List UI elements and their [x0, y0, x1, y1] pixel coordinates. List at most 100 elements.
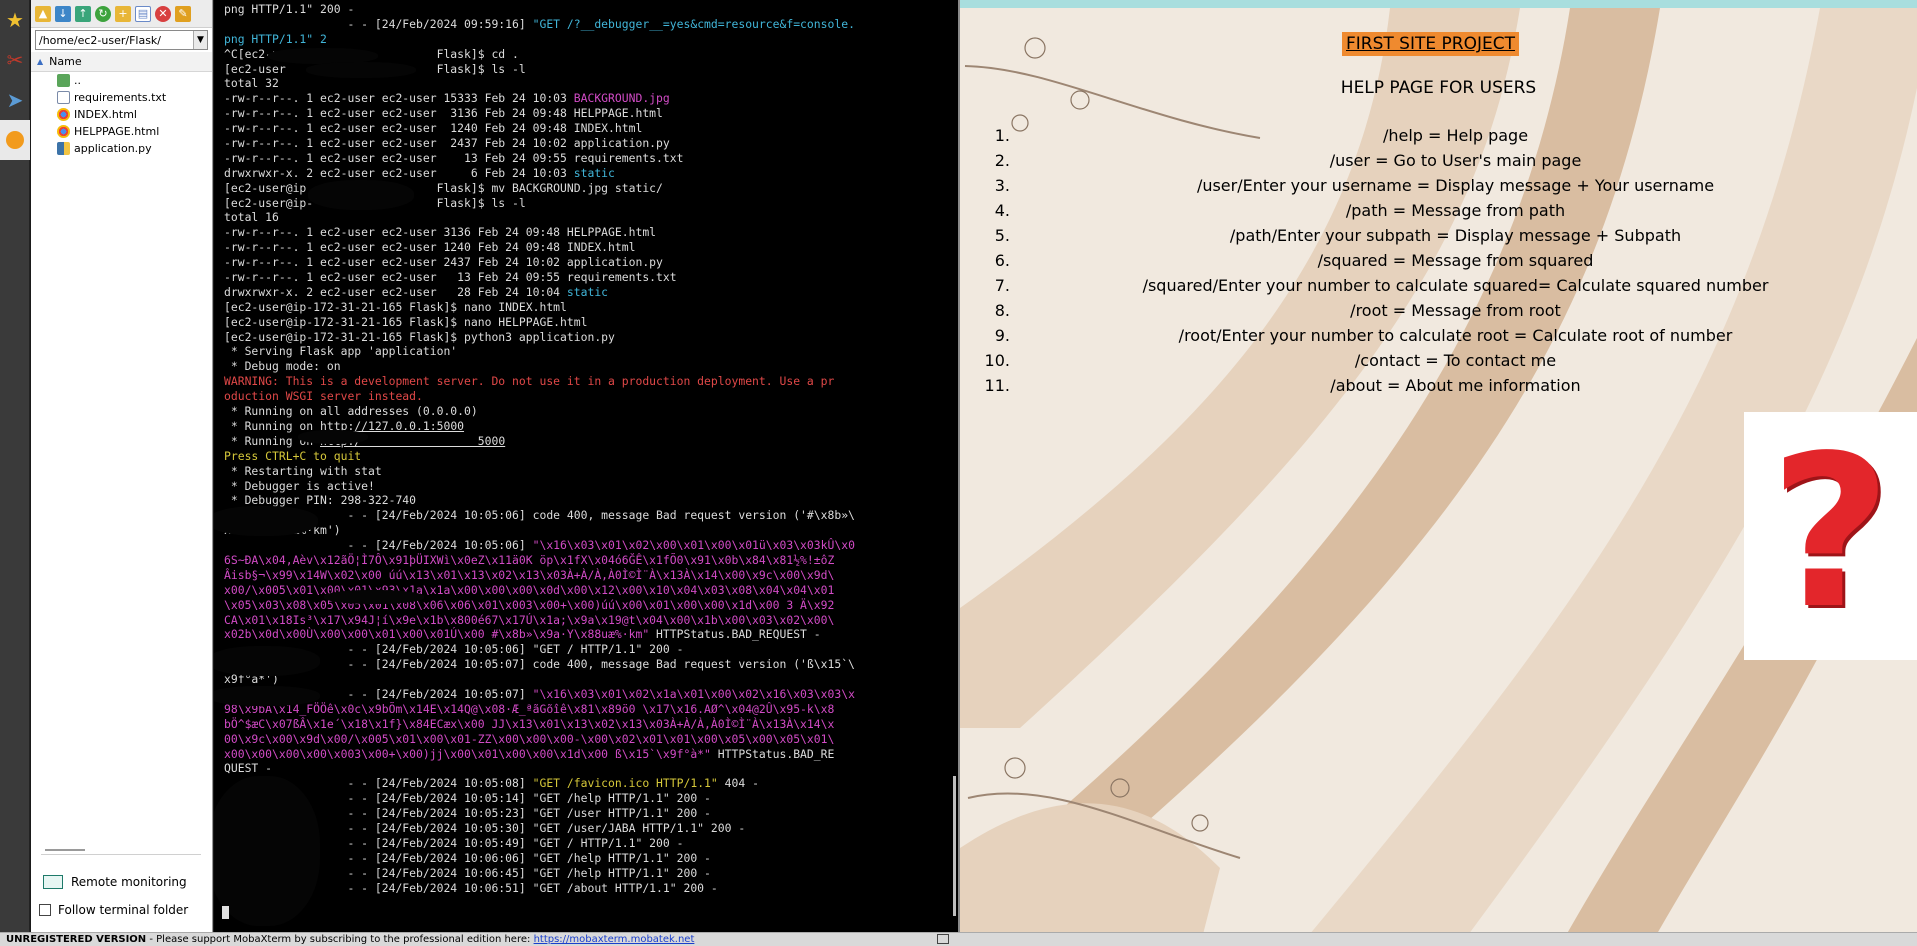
new-folder-icon[interactable]: + — [115, 5, 131, 22]
new-file-icon[interactable]: ▤ — [135, 5, 151, 22]
side-rail: ★ ✂ ➤ — [0, 0, 30, 932]
item-text: /help = Help page — [1382, 126, 1529, 145]
terminal-segment: - - [24/Feb/2024 09:59:16] — [224, 16, 533, 31]
follow-terminal-checkbox[interactable]: Follow terminal folder — [39, 903, 188, 917]
terminal-segment: -rw-r--r--. 1 ec2-user ec2-user 2437 Feb… — [224, 255, 663, 270]
item-number: 1. — [994, 126, 1010, 145]
tools-icon[interactable]: ✂ — [0, 40, 30, 80]
terminal-line: - - [24/Feb/2024 10:05:06] "GET / HTTP/1… — [224, 642, 952, 657]
terminal-line: * Debug mode: on — [224, 359, 952, 374]
terminal-line: WARNING: This is a development server. D… — [224, 374, 952, 389]
file-name[interactable]: INDEX.html — [74, 108, 137, 121]
terminal-segment: -rw-r--r--. 1 ec2-user ec2-user 1240 Feb… — [224, 240, 636, 255]
terminal-segment: total 16 — [224, 210, 279, 225]
bg-wave — [960, 803, 1220, 946]
item-number: 3. — [994, 176, 1010, 195]
remote-monitoring-button[interactable]: Remote monitoring — [43, 872, 187, 892]
file-name[interactable]: application.py — [74, 142, 152, 155]
item-number: 4. — [994, 201, 1010, 220]
file-name[interactable]: requirements.txt — [74, 91, 166, 104]
upload-icon[interactable]: ↑ — [75, 5, 91, 22]
terminal-segment: -rw-r--r--. 1 ec2-user ec2-user 1240 Feb… — [224, 121, 643, 136]
send-icon[interactable]: ➤ — [0, 80, 30, 120]
terminal-line: -rw-r--r--. 1 ec2-user ec2-user 13 Feb 2… — [224, 270, 952, 285]
terminal-segment: -rw-r--r--. 1 ec2-user ec2-user 13 Feb 2… — [224, 150, 684, 165]
terminal-segment: HTTPStatus.BAD_REQUEST - — [649, 627, 821, 642]
item-text: /contact = To contact me — [1354, 351, 1557, 370]
refresh-icon[interactable]: ↻ — [95, 5, 111, 22]
cursor — [222, 905, 229, 920]
txt-file-icon — [57, 91, 70, 104]
terminal-segment: * Debug mode: on — [224, 359, 341, 374]
terminal-segment: drwxrwxr-x. 2 ec2-user ec2-user 28 Feb 2… — [224, 284, 567, 299]
terminal-segment: "\x16\x03\x01\x02\x1a\x01\x00\x02\x16\x0… — [532, 686, 855, 701]
file-row[interactable]: INDEX.html — [31, 106, 212, 123]
item-text: /user = Go to User's main page — [1329, 151, 1582, 170]
folder-up-icon[interactable]: ▲ — [35, 5, 51, 22]
terminal-segment: static — [566, 284, 609, 299]
terminal-line: x02b\x0d\x00Ù\x00\x00\x01\x00\x01Ú\x00 #… — [224, 627, 952, 642]
terminal-segment: static — [573, 165, 615, 180]
terminal-line: oduction WSGI server instead. — [224, 389, 952, 404]
chevron-down-icon[interactable]: ▼ — [193, 31, 207, 49]
file-row[interactable]: requirements.txt — [31, 89, 212, 106]
download-icon[interactable]: ↓ — [55, 5, 71, 22]
help-list-item: 6. /squared = Message from squared — [980, 248, 1917, 273]
delete-icon[interactable]: ✕ — [155, 5, 171, 22]
item-text: /about = About me information — [1330, 376, 1581, 395]
checkbox[interactable] — [39, 904, 51, 916]
sort-up-icon: ▲ — [37, 57, 44, 66]
column-label: Name — [49, 55, 82, 68]
terminal-segment: "GET /favicon.ico HTTP/1.1" — [532, 776, 718, 791]
terminal-segment: BACKGROUND.jpg — [573, 91, 670, 106]
file-row[interactable]: application.py — [31, 140, 212, 157]
path-value[interactable]: /home/ec2-user/Flask/ — [36, 34, 193, 47]
resize-grip[interactable] — [937, 934, 949, 944]
file-list: .. requirements.txt INDEX.html HELPPAGE.htm… — [31, 72, 212, 157]
question-mark-image: ? — [1744, 412, 1917, 660]
up-file-icon — [57, 74, 70, 87]
divider — [41, 854, 201, 855]
star-icon[interactable]: ★ — [0, 0, 30, 40]
terminal-segment: QUEST - — [224, 761, 273, 776]
properties-icon[interactable]: ✎ — [175, 5, 191, 22]
page-title: FIRST SITE PROJECT — [1342, 32, 1519, 56]
item-number: 8. — [994, 301, 1010, 320]
question-mark-icon: ? — [1769, 410, 1892, 655]
terminal-segment: Press CTRL+C to quit — [224, 448, 362, 463]
terminal-line: - - [24/Feb/2024 10:05:08] "GET /favicon… — [224, 776, 952, 791]
file-name[interactable]: HELPPAGE.html — [74, 125, 159, 138]
sftp-icon[interactable] — [0, 120, 30, 160]
terminal-line: png HTTP/1.1" 2 — [224, 32, 952, 47]
item-text: /squared = Message from squared — [1317, 251, 1594, 270]
item-text: /squared/Enter your number to calculate … — [1142, 276, 1769, 295]
item-text: /path/Enter your subpath = Display messa… — [1229, 226, 1682, 245]
item-text: /user/Enter your username = Display mess… — [1196, 176, 1715, 195]
file-row[interactable]: .. — [31, 72, 212, 89]
file-name[interactable]: .. — [74, 74, 81, 87]
terminal-line: x9f°à*') — [224, 672, 952, 687]
item-text: /root/Enter your number to calculate roo… — [1178, 326, 1733, 345]
mobaxterm-link[interactable]: https://mobaxterm.mobatek.net — [534, 934, 695, 945]
terminal-segment: png HTTP/1.1" 200 - — [224, 2, 355, 16]
desktop: ★ ✂ ➤ ▲ ↓ ↑ ↻ + ▤ ✕ ✎ /home/ec2-user/Fla… — [0, 0, 1917, 946]
scrollbar[interactable] — [953, 776, 956, 916]
help-webpage: FIRST SITE PROJECT HELP PAGE FOR USERS 1… — [960, 0, 1917, 946]
terminal[interactable]: png HTTP/1.1" 200 - - - [24/Feb/2024 09:… — [214, 0, 958, 932]
terminal-line: 6S~ÐA\x04,Aèv\x12ãÖ¦Ì7Ô\x91þÜIXWì\x0eZ\x… — [224, 553, 952, 568]
terminal-line: Âisb§¬\x99\x14W\x02\x00 úú\x13\x01\x13\x… — [224, 568, 952, 583]
terminal-line: -rw-r--r--. 1 ec2-user ec2-user 3136 Feb… — [224, 106, 952, 121]
path-input[interactable]: /home/ec2-user/Flask/ ▼ — [35, 30, 208, 50]
splitter[interactable] — [45, 849, 85, 851]
terminal-line: -rw-r--r--. 1 ec2-user ec2-user 13 Feb 2… — [224, 151, 952, 166]
name-column-header[interactable]: ▲ Name — [31, 52, 212, 72]
terminal-line: - - [24/Feb/2024 10:05:07] "\x16\x03\x01… — [224, 687, 952, 702]
file-row[interactable]: HELPPAGE.html — [31, 123, 212, 140]
item-number: 9. — [994, 326, 1010, 345]
html-file-icon — [57, 108, 70, 121]
help-list-item: 8. /root = Message from root — [980, 298, 1917, 323]
remote-monitoring-label: Remote monitoring — [71, 875, 187, 889]
terminal-segment: [ec2-user@ip-172-31-21-165 Flask]$ nano … — [224, 299, 567, 314]
terminal-segment: x00/\x005\x01\x00\x01\x93\x1a\x1a\x00\x0… — [224, 582, 835, 597]
redaction-mark — [214, 686, 320, 706]
